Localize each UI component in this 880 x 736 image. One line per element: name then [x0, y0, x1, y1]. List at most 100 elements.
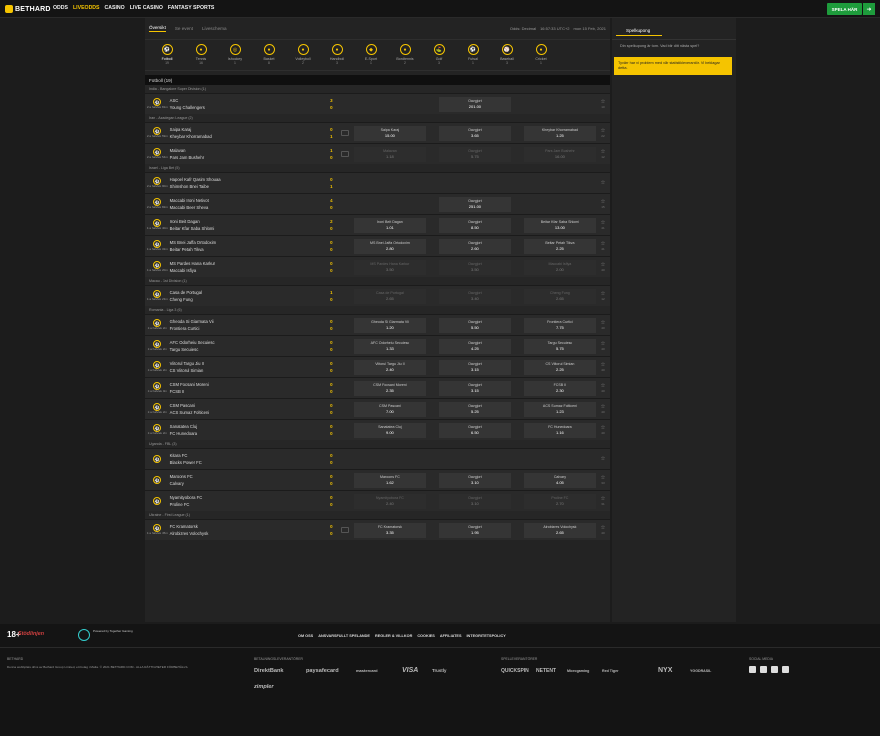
sport-bordtennis[interactable]: ● Bordtennis 2 [388, 40, 422, 70]
match-row[interactable]: ⚽ Nyamityobora FC Proline FC 0 0 Nyamityobora… [145, 490, 610, 511]
odds-button[interactable]: FC Hunedoara 1.16 [523, 422, 596, 438]
odds-button[interactable]: Oavgjort 2.60 [438, 238, 511, 254]
odds-button[interactable]: Proline FC 2.70 [523, 493, 596, 509]
stats-icon[interactable] [340, 151, 349, 157]
odds-button[interactable]: Maccabi Isfiya 2.00 [523, 259, 596, 275]
odds-button[interactable]: FC Kramatorsk 3.35 [353, 522, 426, 538]
stodlinjen-logo[interactable]: Stödlinjen [18, 631, 44, 637]
odds-button[interactable]: Oavgjort 3.15 [438, 380, 511, 396]
sport-tennis[interactable]: ● Tennis 16 [184, 40, 218, 70]
odds-button[interactable]: Oavgjort 251.00 [438, 196, 511, 212]
nav-odds[interactable]: ODDS [53, 5, 68, 11]
footer-link[interactable]: INTEGRITETSPOLICY [466, 634, 505, 638]
odds-button[interactable]: MS Pardes Hana Karkur 3.50 [353, 259, 426, 275]
match-row[interactable]: ⚽ 1:a halvlek 0m CSM Focsani Moreni FCSB II… [145, 377, 610, 398]
odds-button[interactable]: AFC Odorheiu Secuiesc 1.33 [353, 338, 426, 354]
play-button[interactable]: SPELA HÄR [827, 3, 862, 15]
odds-button[interactable]: Alrobizres Volochysk 2.65 [523, 522, 596, 538]
odds-button[interactable]: Oavgjort 4.25 [438, 338, 511, 354]
odds-button[interactable]: Oavgjort 3.40 [438, 288, 511, 304]
match-row[interactable]: ⚽ 1:a halvlek 2m CSM Pascani ACS Sumaz Folt… [145, 398, 610, 419]
stats-cell[interactable] [339, 527, 351, 533]
more-markets-count[interactable]: 40 [601, 347, 604, 351]
more-markets-count[interactable]: 22 [601, 134, 604, 138]
odds-button[interactable]: Oavgjort 5.25 [438, 401, 511, 417]
odds-button[interactable]: Oavgjort 5.50 [438, 317, 511, 333]
sport-fotboll[interactable]: ⚽ Fotboll 19 [150, 40, 184, 70]
tab-se-event[interactable]: Se event [175, 26, 193, 31]
odds-button[interactable]: Oavgjort 3.10 [438, 493, 511, 509]
more-markets-count[interactable]: 40 [601, 431, 604, 435]
stats-cell[interactable] [339, 130, 351, 136]
more-markets-count[interactable]: 12 [601, 155, 604, 159]
sport-ishockey[interactable]: ◎ Ishockey 1 [218, 40, 252, 70]
instagram-icon[interactable] [749, 666, 756, 673]
more-markets-count[interactable]: 40 [601, 389, 604, 393]
odds-button[interactable]: Oavgjort 8.50 [438, 217, 511, 233]
tab-oversikt[interactable]: Översikt [149, 25, 166, 32]
more-markets-count[interactable]: 40 [601, 326, 604, 330]
footer-link[interactable]: COOKIES [417, 634, 435, 638]
odds-button[interactable]: Frontiera Curtici 7.75 [523, 317, 596, 333]
sport-futsal[interactable]: ⚽ Futsal 1 [456, 40, 490, 70]
odds-button[interactable]: FCSB II 2.30 [523, 380, 596, 396]
more-markets-count[interactable]: 41 [601, 226, 604, 230]
odds-button[interactable]: MS Bnei Jaffa Ortodoxim 2.80 [353, 238, 426, 254]
tab-spelkupong[interactable]: Spelkupong [616, 28, 663, 36]
sport-e-sport[interactable]: ◆ E-Sport 1 [354, 40, 388, 70]
match-row[interactable]: ⚽ 1:a halvlek 23m Casa de Portugal Cheng Fu… [145, 285, 610, 306]
match-row[interactable]: ⚽ 1:a halvlek 2m Gheoda Si Giarmata Vii Fro… [145, 314, 610, 335]
odds-button[interactable]: Casa de Portugal 2.65 [353, 288, 426, 304]
more-markets-count[interactable]: 15 [601, 205, 604, 209]
sport-basket[interactable]: ● Basket 8 [252, 40, 286, 70]
match-row[interactable]: ⚽ 1:a halvlek 2m Viitorul Targu Jiu II CS V… [145, 356, 610, 377]
sport-handboll[interactable]: ● Handboll 3 [320, 40, 354, 70]
odds-button[interactable]: Oavgjort 5.75 [438, 146, 511, 162]
odds-button[interactable]: CS Viitorul Simian 2.25 [523, 359, 596, 375]
match-row[interactable]: ⚽ 1:a halvlek 40m Ironi Beit Dagan Beitar K… [145, 214, 610, 235]
nav-liveodds[interactable]: LIVEODDS [73, 5, 100, 11]
more-markets-count[interactable]: 10 [601, 105, 604, 109]
nav-live-casino[interactable]: LIVE CASINO [130, 5, 163, 11]
odds-button[interactable]: Oavgjort 3.10 [438, 472, 511, 488]
odds-button[interactable]: Saipa Karaj 15.00 [353, 125, 426, 141]
stats-cell[interactable] [339, 151, 351, 157]
match-row[interactable]: ⚽ 2:a halvlek 54m Malavan Pars Jam Bushehr 1… [145, 143, 610, 164]
match-row[interactable]: ⚽ 2:a halvlek 81m ASC Young Challengers 3 0 Oa… [145, 93, 610, 114]
more-markets-count[interactable]: 12 [601, 297, 604, 301]
match-row[interactable]: ⚽ 1:a halvlek 2m AFC Odorheiu Secuiesc Targ… [145, 335, 610, 356]
facebook-icon[interactable] [760, 666, 767, 673]
youtube-icon[interactable] [782, 666, 789, 673]
match-row[interactable]: ⚽ Kitara FC Blacks Power FC 0 0 ☆ [145, 448, 610, 469]
odds-button[interactable]: Beitar Petah Tikva 2.25 [523, 238, 596, 254]
odds-button[interactable]: Beitar Kfar Saba Shlomi 13.00 [523, 217, 596, 233]
match-row[interactable]: ⚽ 1:a halvlek 2m Sanatatea Cluj FC Hunedoar… [145, 419, 610, 440]
star-icon[interactable]: ☆ [601, 180, 606, 186]
stats-icon[interactable] [340, 130, 349, 136]
odds-button[interactable]: Oavgjort 1.95 [438, 522, 511, 538]
tab-liveschema[interactable]: Liveschema [202, 26, 227, 31]
odds-button[interactable]: Ironi Beit Dagan 1.01 [353, 217, 426, 233]
nav-casino[interactable]: CASINO [105, 5, 125, 11]
odds-button[interactable]: Targu Secuiesc 5.75 [523, 338, 596, 354]
odds-button[interactable]: ACS Sumaz Folticeni 1.23 [523, 401, 596, 417]
footer-link[interactable]: AFFILIATES [440, 634, 462, 638]
match-row[interactable]: ⚽ 1:a halvlek 45m FC Kramatorsk Alrobizres … [145, 519, 610, 540]
star-icon[interactable]: ☆ [601, 456, 606, 462]
more-markets-count[interactable]: 40 [601, 410, 604, 414]
footer-link[interactable]: REGLER & VILLKOR [375, 634, 412, 638]
odds-format-select[interactable]: Odds: Decimal [510, 26, 536, 31]
odds-button[interactable]: Kheybar Khorramabad 1.25 [523, 125, 596, 141]
more-markets-count[interactable]: 40 [601, 531, 604, 535]
footer-link[interactable]: OM OSS [298, 634, 313, 638]
sport-volleyboll[interactable]: ● Volleyboll 2 [286, 40, 320, 70]
odds-button[interactable]: Cheng Fung 2.65 [523, 288, 596, 304]
odds-button[interactable]: Gheoda Si Giarmata Vii 1.20 [353, 317, 426, 333]
odds-button[interactable]: Sanatatea Cluj 9.00 [353, 422, 426, 438]
stats-icon[interactable] [340, 527, 349, 533]
more-markets-count[interactable]: 40 [601, 368, 604, 372]
sport-golf[interactable]: ⛳ Golf 3 [422, 40, 456, 70]
odds-button[interactable]: CSM Pascani 7.00 [353, 401, 426, 417]
odds-button[interactable]: Nyamityobora FC 2.40 [353, 493, 426, 509]
nav-fantasy-sports[interactable]: FANTASY SPORTS [168, 5, 215, 11]
